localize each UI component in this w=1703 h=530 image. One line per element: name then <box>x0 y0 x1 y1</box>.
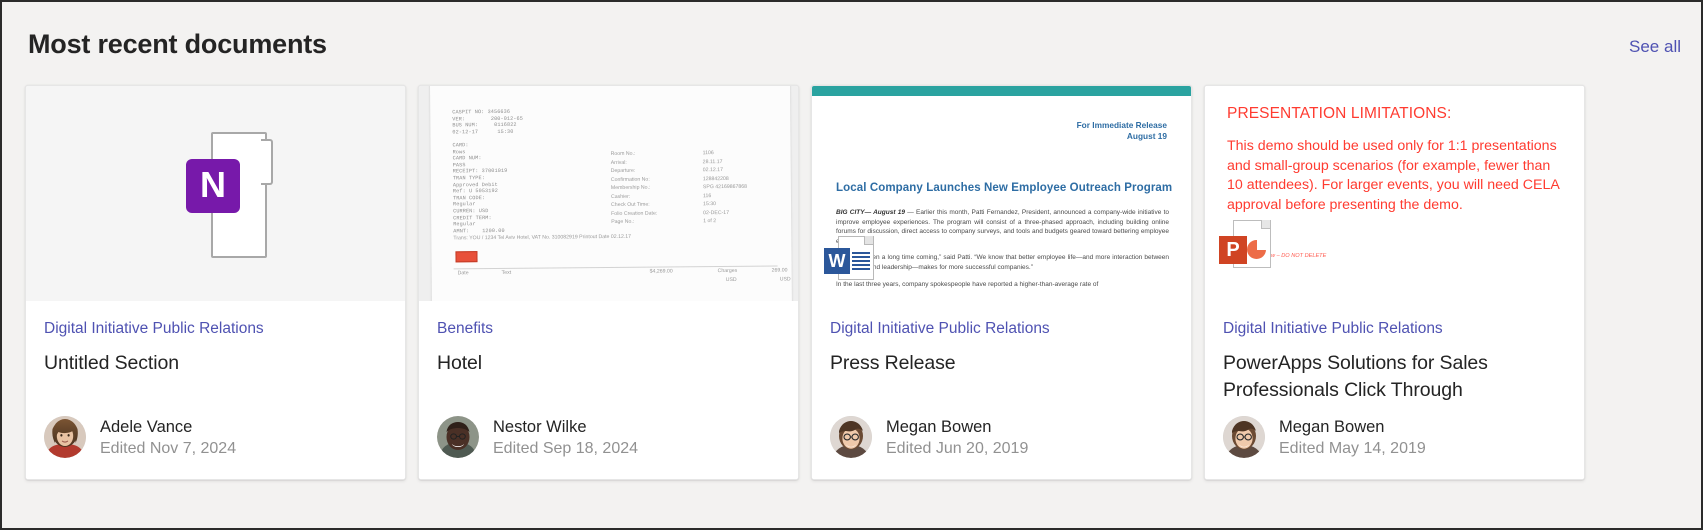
page-title: Most recent documents <box>28 29 327 59</box>
word-icon-letter: W <box>828 251 846 271</box>
document-card-list: N Digital Initiative Public Relations Un… <box>2 85 1701 485</box>
document-card[interactable]: CASPIT NO: 3456636 VER: 200-012-65 BUS N… <box>418 85 799 480</box>
document-author-block: Megan Bowen Edited May 14, 2019 <box>1223 416 1566 462</box>
word-icon-badge: W <box>824 248 850 274</box>
document-title: Untitled Section <box>44 352 179 374</box>
ppt-pie-icon <box>1247 240 1266 259</box>
document-accent-band <box>812 86 1191 96</box>
receipt-row-label: Confirmation No: <box>610 176 650 183</box>
receipt-col-date: Date <box>457 270 469 277</box>
panel-header: Most recent documents See all <box>2 2 1701 90</box>
document-card[interactable]: N Digital Initiative Public Relations Un… <box>25 85 406 480</box>
edited-date: Edited Sep 18, 2024 <box>493 440 639 457</box>
receipt-row-label: Check Out Time: <box>611 201 650 208</box>
receipt-row-label: Membership No.: <box>610 184 651 192</box>
onenote-icon: N <box>186 159 240 213</box>
press-release-headline: Local Company Launches New Employee Outr… <box>836 182 1173 194</box>
author-name: Nestor Wilke <box>493 418 587 436</box>
receipt-row-value: 128842208 <box>702 175 729 182</box>
receipt-unit: USD <box>725 276 737 284</box>
slide-body-text: This demo should be used only for 1:1 pr… <box>1227 138 1560 213</box>
receipt-row-value: 02-DEC-17 <box>703 209 730 216</box>
powerpoint-icon: P w – DO NOT DELETE <box>1215 220 1326 270</box>
receipt-row-value: 02.12.17 <box>702 167 723 174</box>
receipt-row-label: Departure: <box>610 167 636 175</box>
press-release-paragraph: BIG CITY— August 19 — Earlier this month… <box>836 208 1169 246</box>
receipt-row-value: 1 of 2 <box>703 218 717 225</box>
word-icon-lines <box>852 252 870 272</box>
receipt-detail-table: Room No.: 1106 Arrival: 28.11.17 Departure… <box>611 149 777 227</box>
avatar <box>1223 416 1265 458</box>
avatar-photo-megan <box>830 416 872 458</box>
release-date-block: For Immediate Release August 19 <box>1077 120 1167 142</box>
receipt-sub-header: Trans: YOU / 1234 Tel Aviv Hotel, VAT No… <box>453 233 632 242</box>
press-release-paragraph: “This has been a long time coming,” said… <box>836 254 1169 271</box>
recent-documents-panel: Most recent documents See all N Digital … <box>0 0 1703 530</box>
avatar <box>437 416 479 458</box>
slide-watermark: w – DO NOT DELETE <box>1271 253 1327 259</box>
receipt-left-block: CASPIT NO: 3456636 VER: 200-012-65 BUS N… <box>452 108 524 235</box>
document-site-link[interactable]: Benefits <box>437 319 780 339</box>
word-page: For Immediate Release August 19 Local Co… <box>812 96 1191 301</box>
scanned-document-icon: CASPIT NO: 3456636 VER: 200-012-65 BUS N… <box>429 86 793 301</box>
press-release-paragraph: In the last three years, company spokesp… <box>836 280 1099 288</box>
document-author-block: Adele Vance Edited Nov 7, 2024 <box>44 416 387 462</box>
edited-date: Edited Jun 20, 2019 <box>886 440 1029 457</box>
receipt-row-label: Page No.: <box>611 218 635 225</box>
slide-heading: PRESENTATION LIMITATIONS: <box>1227 105 1452 122</box>
receipt-row-label: Room No.: <box>610 150 636 158</box>
release-line-1: For Immediate Release <box>1076 120 1167 130</box>
document-site-link[interactable]: Digital Initiative Public Relations <box>44 319 387 339</box>
receipt-row-label: Cashier: <box>610 193 631 200</box>
document-site-link[interactable]: Digital Initiative Public Relations <box>1223 319 1566 339</box>
receipt-row-value: 15:30 <box>703 201 717 208</box>
receipt-unit: USD <box>779 276 791 283</box>
document-author-block: Nestor Wilke Edited Sep 18, 2024 <box>437 416 780 462</box>
receipt-col-text: Text <box>501 269 512 276</box>
author-name: Adele Vance <box>100 418 193 436</box>
document-thumbnail: For Immediate Release August 19 Local Co… <box>812 86 1191 301</box>
receipt-footer: Date Text $4,269.00 Charges 269.00 USD U… <box>453 265 791 301</box>
ppt-icon-badge: P <box>1219 236 1247 264</box>
author-name: Megan Bowen <box>886 418 992 436</box>
edited-date: Edited May 14, 2019 <box>1279 440 1426 457</box>
document-title: Press Release <box>830 352 956 374</box>
document-title: Hotel <box>437 352 483 374</box>
receipt-stamp <box>455 251 478 263</box>
avatar-photo-nestor <box>437 416 479 458</box>
avatar <box>44 416 86 458</box>
word-icon: W <box>824 236 874 280</box>
see-all-link[interactable]: See all <box>1629 37 1681 57</box>
receipt-row-value: 28.11.17 <box>702 158 723 165</box>
document-thumbnail: PRESENTATION LIMITATIONS: This demo shou… <box>1205 86 1584 301</box>
avatar <box>830 416 872 458</box>
document-thumbnail: N <box>26 86 405 301</box>
onenote-icon-letter: N <box>200 164 226 205</box>
receipt-col-charges: Charges <box>717 267 738 275</box>
notebook-tab-shape <box>261 139 273 185</box>
receipt-col-total: 269.00 <box>771 267 788 274</box>
receipt-row-label: Arrival: <box>610 159 627 166</box>
edited-date: Edited Nov 7, 2024 <box>100 440 237 457</box>
document-card[interactable]: For Immediate Release August 19 Local Co… <box>811 85 1192 480</box>
receipt-row-value: 1106 <box>702 150 714 157</box>
receipt-row-value: SPG 42169867868 <box>702 183 748 191</box>
receipt-col-amount: $4,269.00 <box>649 268 673 275</box>
document-author-block: Megan Bowen Edited Jun 20, 2019 <box>830 416 1173 462</box>
receipt-row-value: 116 <box>702 192 712 199</box>
ppt-doc-fold <box>1261 220 1270 229</box>
author-name: Megan Bowen <box>1279 418 1385 436</box>
press-release-body: BIG CITY— August 19 — Earlier this month… <box>836 208 1169 296</box>
ppt-icon-letter: P <box>1226 239 1240 261</box>
avatar-photo-megan <box>1223 416 1265 458</box>
document-card[interactable]: PRESENTATION LIMITATIONS: This demo shou… <box>1204 85 1585 480</box>
avatar-photo-adele <box>44 416 86 458</box>
document-thumbnail: CASPIT NO: 3456636 VER: 200-012-65 BUS N… <box>419 86 798 301</box>
document-title: PowerApps Solutions for Sales Profession… <box>1223 352 1488 401</box>
word-doc-fold <box>864 236 873 245</box>
release-line-2: August 19 <box>1126 131 1167 141</box>
document-site-link[interactable]: Digital Initiative Public Relations <box>830 319 1173 339</box>
press-release-lead-in: BIG CITY— August 19 <box>836 209 908 216</box>
